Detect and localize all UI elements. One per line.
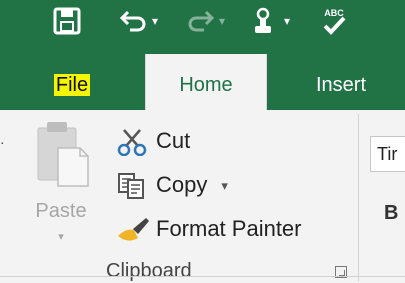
- edge-mark: ·: [0, 134, 5, 150]
- tab-file-label: File: [53, 74, 91, 96]
- clipboard-group-label: Clipboard: [106, 260, 192, 282]
- tab-insert[interactable]: Insert: [316, 54, 405, 110]
- paste-icon: [34, 118, 90, 193]
- ribbon-tabs: File Home Insert: [0, 54, 405, 111]
- paintbrush-icon: [118, 218, 149, 241]
- save-icon[interactable]: [52, 6, 82, 41]
- redo-icon[interactable]: [186, 6, 216, 41]
- undo-icon[interactable]: [118, 6, 148, 41]
- spelling-badge: ABC: [324, 8, 344, 18]
- undo-dropdown-icon[interactable]: ▾: [152, 14, 158, 28]
- title-bar: ▾ ▾ ▾ ABC: [0, 0, 405, 54]
- cut-label: Cut: [156, 128, 191, 153]
- touch-mode-icon[interactable]: [248, 6, 278, 41]
- format-painter-label: Format Painter: [156, 216, 302, 241]
- group-divider: [358, 114, 359, 282]
- font-name-input[interactable]: Tir: [370, 136, 405, 172]
- touch-dropdown-icon[interactable]: ▾: [284, 14, 290, 28]
- copy-label: Copy: [156, 172, 208, 197]
- paste-dropdown-icon[interactable]: ▾: [28, 230, 94, 243]
- bold-button[interactable]: B: [384, 202, 398, 225]
- redo-dropdown-icon[interactable]: ▾: [219, 14, 225, 28]
- paste-button[interactable]: Paste ▾: [28, 118, 94, 260]
- spelling-icon[interactable]: ABC: [318, 6, 350, 43]
- tab-file[interactable]: File: [36, 54, 108, 110]
- tab-home[interactable]: Home: [145, 54, 267, 111]
- copy-icon: [118, 173, 144, 199]
- scissors-icon: [117, 129, 147, 156]
- paste-label: Paste: [35, 200, 87, 222]
- ribbon-home: · Paste ▾ Cut Copy ▾ Format Painter Clip…: [0, 110, 405, 282]
- ribbon-bottom-border: [0, 276, 405, 277]
- copy-dropdown-icon[interactable]: ▾: [221, 178, 228, 193]
